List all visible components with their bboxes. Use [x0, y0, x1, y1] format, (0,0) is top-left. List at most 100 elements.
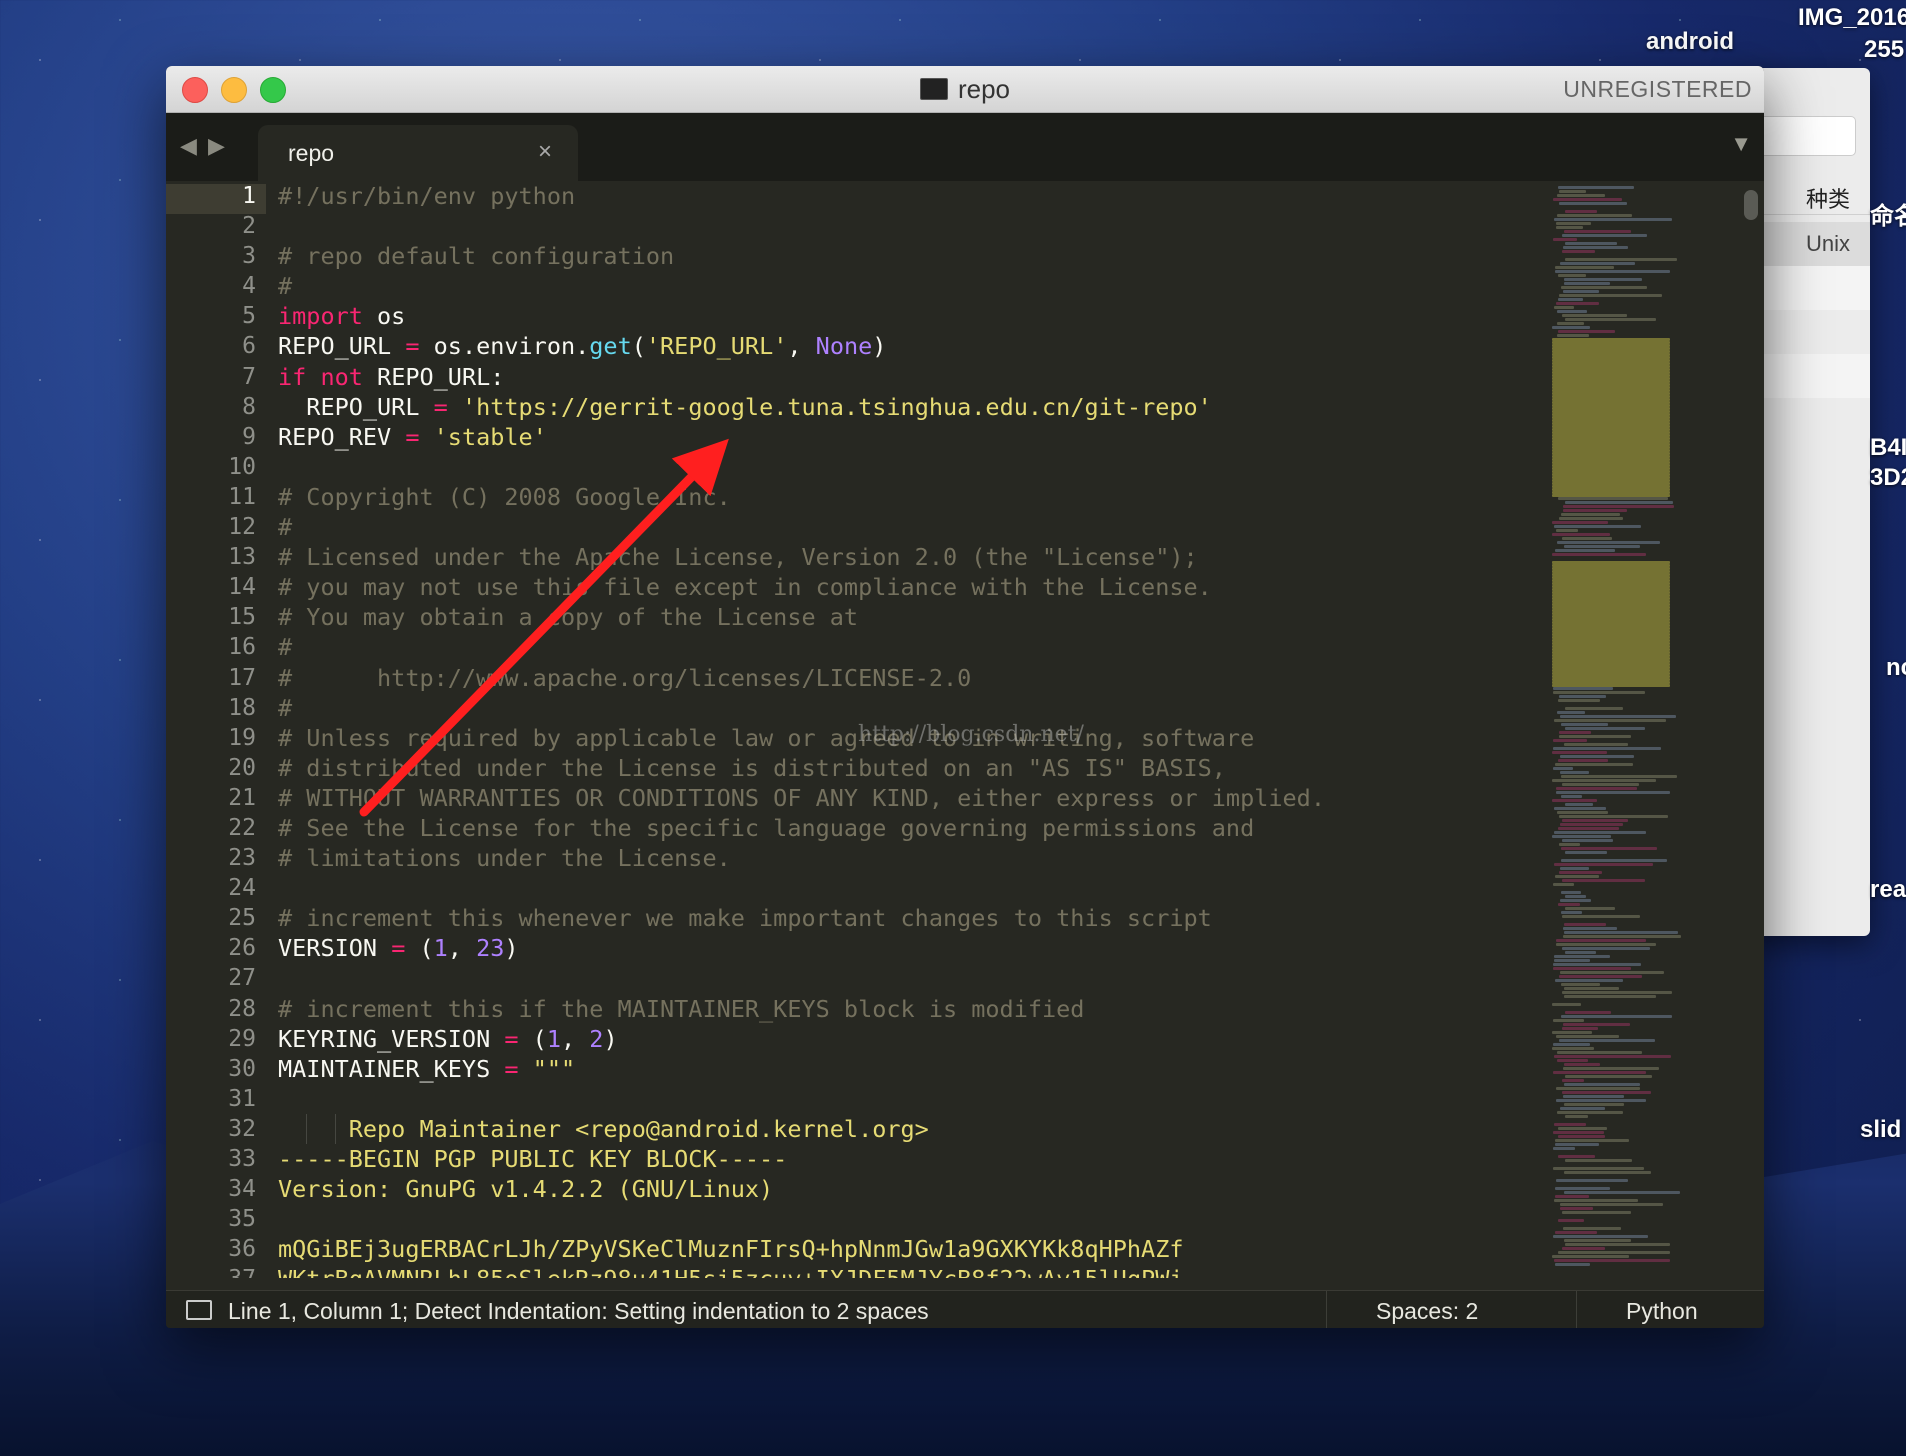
desktop-partial-label[interactable]: slid — [1860, 1116, 1901, 1144]
minimap-line — [1565, 242, 1617, 245]
line-number[interactable]: 35 — [166, 1204, 266, 1234]
code-line[interactable]: # WITHOUT WARRANTIES OR CONDITIONS OF AN… — [278, 783, 1708, 813]
line-number[interactable]: 22 — [166, 813, 266, 843]
finder-search-field[interactable] — [1754, 116, 1856, 156]
code-line[interactable]: # http://www.apache.org/licenses/LICENSE… — [278, 663, 1708, 693]
code-line[interactable]: # distributed under the License is distr… — [278, 753, 1708, 783]
desktop-partial-label[interactable]: reac — [1870, 876, 1906, 904]
line-number[interactable]: 19 — [166, 723, 266, 753]
code-line[interactable] — [278, 1084, 1708, 1114]
sublime-window[interactable]: repo UNREGISTERED ◀ ▶ repo × ▼ 123456789… — [166, 66, 1764, 1328]
arrow-right-icon[interactable]: ▶ — [208, 133, 225, 159]
code-line[interactable]: WKtrBqAVMNRLhL85oSlekRz98u41H5si5zcuv+IX… — [278, 1264, 1708, 1278]
vertical-scrollbar[interactable] — [1744, 190, 1758, 220]
code-line[interactable]: # — [278, 693, 1708, 723]
panel-toggle-icon[interactable] — [186, 1300, 212, 1320]
chevron-down-icon[interactable]: ▼ — [1730, 131, 1752, 157]
code-line[interactable]: # — [278, 512, 1708, 542]
code-line[interactable]: # Licensed under the Apache License, Ver… — [278, 542, 1708, 572]
minimap-line — [1561, 775, 1677, 778]
code-line[interactable]: # increment this whenever we make import… — [278, 903, 1708, 933]
code-line[interactable]: mQGiBEj3ugERBACrLJh/ZPyVSKeClMuznFIrsQ+h… — [278, 1234, 1708, 1264]
desktop-partial-label[interactable]: B4I — [1870, 434, 1906, 462]
code-line[interactable]: REPO_REV = 'stable' — [278, 422, 1708, 452]
code-line[interactable]: if not REPO_URL: — [278, 362, 1708, 392]
code-line[interactable]: REPO_URL = 'https://gerrit-google.tuna.t… — [278, 392, 1708, 422]
code-line[interactable]: # increment this if the MAINTAINER_KEYS … — [278, 994, 1708, 1024]
code-line[interactable]: # — [278, 271, 1708, 301]
code-line[interactable] — [278, 211, 1708, 241]
code-token: 1 — [546, 1024, 561, 1053]
line-number[interactable]: 8 — [166, 392, 266, 422]
code-line[interactable]: -----BEGIN PGP PUBLIC KEY BLOCK----- — [278, 1144, 1708, 1174]
line-number[interactable]: 28 — [166, 994, 266, 1024]
line-number[interactable]: 32 — [166, 1114, 266, 1144]
desktop-icon-label-android[interactable]: android — [1646, 28, 1734, 56]
code-line[interactable]: MAINTAINER_KEYS = """ — [278, 1054, 1708, 1084]
code-line[interactable]: # Copyright (C) 2008 Google Inc. — [278, 482, 1708, 512]
line-number[interactable]: 25 — [166, 903, 266, 933]
desktop-partial-label[interactable]: 3D2 — [1870, 464, 1906, 492]
minimap-line — [1552, 553, 1646, 556]
indentation-setting[interactable]: Spaces: 2 — [1376, 1298, 1478, 1325]
line-number[interactable]: 21 — [166, 783, 266, 813]
code-line[interactable]: # repo default configuration — [278, 241, 1708, 271]
line-number[interactable]: 15 — [166, 602, 266, 632]
desktop-icon-label-img[interactable]: IMG_2016 — [1798, 4, 1906, 32]
line-number[interactable]: 36 — [166, 1234, 266, 1264]
code-line[interactable]: import os — [278, 301, 1708, 331]
line-number[interactable]: 7 — [166, 362, 266, 392]
code-line[interactable]: REPO_URL = os.environ.get('REPO_URL', No… — [278, 331, 1708, 361]
line-number[interactable]: 29 — [166, 1024, 266, 1054]
line-number-gutter[interactable]: 1 2 3 4 5 6 7 8 9 10 11 12 13 14 15 16 17 18 19 20 21 22 23 24 2… — [166, 181, 266, 1278]
desktop-partial-label[interactable]: nc — [1886, 654, 1906, 682]
title-bar[interactable]: repo UNREGISTERED — [166, 66, 1764, 113]
line-number[interactable]: 30 — [166, 1054, 266, 1084]
line-number[interactable]: 3 — [166, 241, 266, 271]
code-line[interactable] — [278, 963, 1708, 993]
line-number[interactable]: 14 — [166, 572, 266, 602]
line-number[interactable]: 24 — [166, 873, 266, 903]
line-number[interactable]: 11 — [166, 482, 266, 512]
line-number[interactable]: 5 — [166, 301, 266, 331]
arrow-left-icon[interactable]: ◀ — [180, 133, 197, 159]
code-token: Repo Maintainer <repo@android.kernel.org… — [278, 1114, 929, 1143]
tab-repo[interactable]: repo × — [258, 125, 578, 181]
line-number[interactable]: 16 — [166, 632, 266, 662]
line-number[interactable]: 26 — [166, 933, 266, 963]
code-line[interactable]: Version: GnuPG v1.4.2.2 (GNU/Linux) — [278, 1174, 1708, 1204]
line-number[interactable]: 6 — [166, 331, 266, 361]
line-number[interactable]: 10 — [166, 452, 266, 482]
line-number[interactable]: 1 — [166, 181, 266, 211]
line-number[interactable]: 34 — [166, 1174, 266, 1204]
line-number[interactable]: 4 — [166, 271, 266, 301]
code-line[interactable]: # limitations under the License. — [278, 843, 1708, 873]
line-number[interactable]: 31 — [166, 1084, 266, 1114]
line-number[interactable]: 17 — [166, 663, 266, 693]
minimap[interactable] — [1546, 186, 1696, 1276]
line-number[interactable]: 12 — [166, 512, 266, 542]
line-number[interactable]: 27 — [166, 963, 266, 993]
line-number[interactable]: 33 — [166, 1144, 266, 1174]
code-line[interactable] — [278, 452, 1708, 482]
code-line[interactable]: Repo Maintainer <repo@android.kernel.org… — [278, 1113, 1708, 1144]
line-number[interactable]: 23 — [166, 843, 266, 873]
code-line[interactable]: # See the License for the specific langu… — [278, 813, 1708, 843]
line-number[interactable]: 13 — [166, 542, 266, 572]
code-line[interactable]: #!/usr/bin/env python — [278, 181, 1708, 211]
line-number[interactable]: 9 — [166, 422, 266, 452]
code-line[interactable]: # you may not use this file except in co… — [278, 572, 1708, 602]
code-line[interactable]: VERSION = (1, 23) — [278, 933, 1708, 963]
code-line[interactable]: KEYRING_VERSION = (1, 2) — [278, 1024, 1708, 1054]
line-number[interactable]: 37 — [166, 1264, 266, 1278]
code-line[interactable] — [278, 1204, 1708, 1234]
syntax-selector[interactable]: Python — [1626, 1298, 1698, 1325]
close-icon[interactable]: × — [538, 138, 552, 166]
code-line[interactable] — [278, 873, 1708, 903]
code-line[interactable]: # — [278, 632, 1708, 662]
line-number[interactable]: 2 — [166, 211, 266, 241]
desktop-partial-label[interactable]: 命名 — [1870, 196, 1906, 231]
line-number[interactable]: 18 — [166, 693, 266, 723]
code-line[interactable]: # You may obtain a copy of the License a… — [278, 602, 1708, 632]
line-number[interactable]: 20 — [166, 753, 266, 783]
